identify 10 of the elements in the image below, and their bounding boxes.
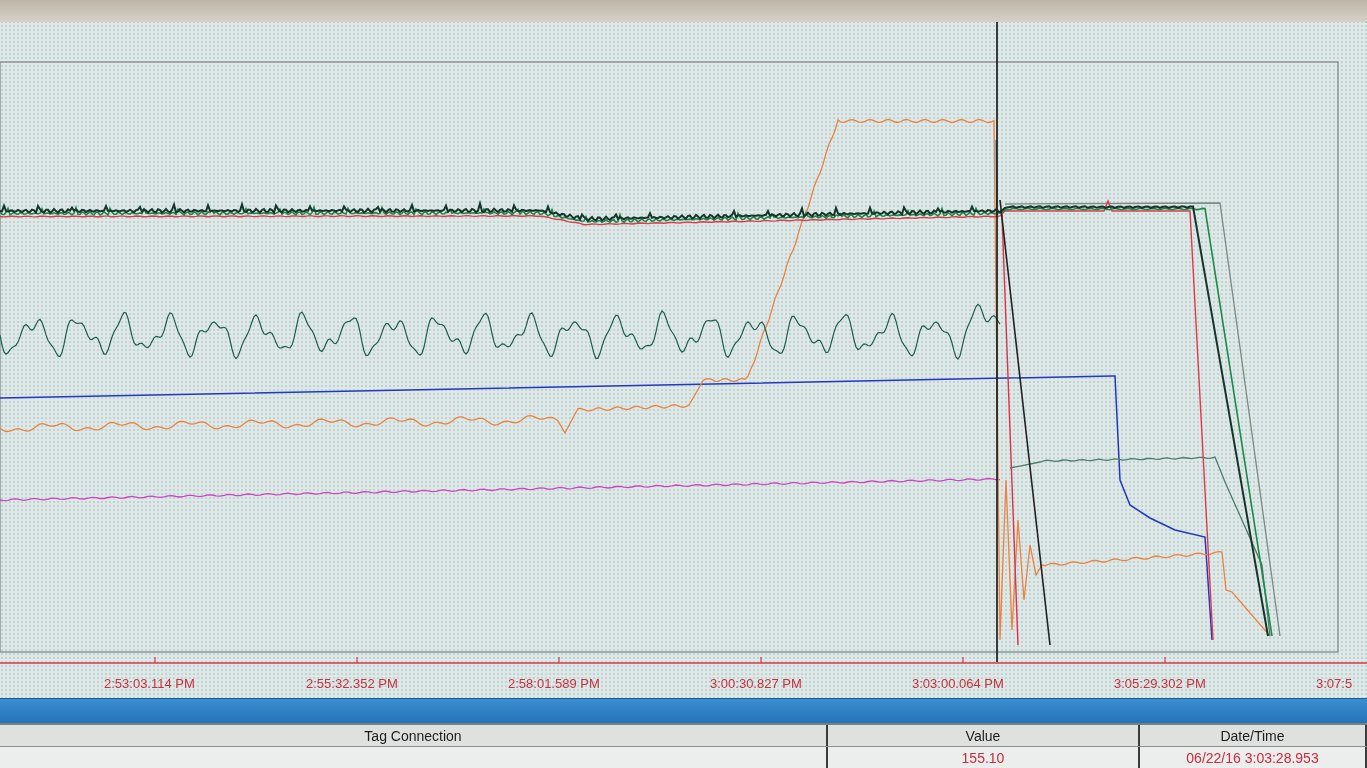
- axis-label: 2:55:32.352 PM: [306, 675, 399, 691]
- axis-label: 3:03:00.064 PM: [912, 675, 1005, 691]
- axis-label: 2:58:01.589 PM: [508, 675, 601, 691]
- axis-label: 2:53:03.114 PM: [104, 675, 196, 691]
- axis-label: 3:07:5: [1316, 675, 1354, 691]
- table-cell: 06/22/16 3:03:28.953: [1140, 747, 1367, 768]
- axis-label: 3:00:30.827 PM: [710, 675, 803, 691]
- table-cell: 155.10: [828, 747, 1140, 768]
- cursor-line[interactable]: [996, 22, 998, 663]
- axis-label: 3:05:29.302 PM: [1114, 675, 1207, 691]
